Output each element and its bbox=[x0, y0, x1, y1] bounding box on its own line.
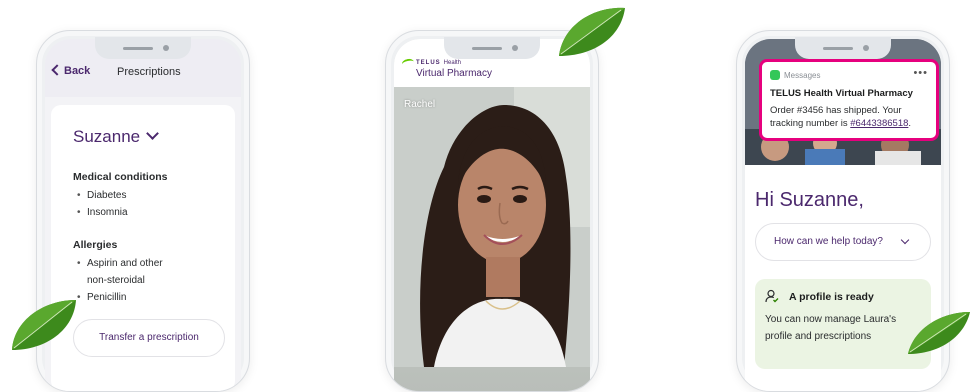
more-options-icon[interactable]: ••• bbox=[913, 67, 928, 79]
chevron-left-icon bbox=[51, 64, 63, 76]
chevron-down-icon bbox=[900, 235, 910, 245]
list-item-continuation: non-steroidal bbox=[87, 275, 145, 286]
notification-title: TELUS Health Virtual Pharmacy bbox=[770, 88, 913, 99]
list-item: • Penicillin bbox=[77, 292, 127, 303]
tracking-number-link[interactable]: #6443386518 bbox=[850, 118, 908, 129]
help-dropdown-label: How can we help today? bbox=[774, 236, 883, 247]
profile-ready-title: A profile is ready bbox=[789, 291, 874, 303]
transfer-prescription-button[interactable]: Transfer a prescription bbox=[73, 319, 225, 357]
pharmacist-video: Rachel bbox=[394, 87, 590, 391]
list-item: • Aspirin and other bbox=[77, 258, 163, 269]
caller-name: Rachel bbox=[404, 99, 436, 110]
pharmacist-portrait-image bbox=[394, 87, 590, 367]
patient-selector[interactable]: Suzanne bbox=[73, 127, 159, 147]
allergies-heading: Allergies bbox=[73, 239, 118, 251]
message-notification[interactable]: Messages ••• TELUS Health Virtual Pharma… bbox=[759, 59, 939, 141]
notification-body: Order #3456 has shipped. Your tracking n… bbox=[770, 105, 912, 129]
user-check-icon bbox=[765, 289, 779, 303]
phone-notch bbox=[95, 37, 191, 59]
phone-notch bbox=[795, 37, 891, 59]
leaf-decoration-top bbox=[559, 7, 625, 56]
brand-top: TELUS Health bbox=[416, 60, 462, 66]
phone-notch bbox=[444, 37, 540, 59]
chevron-down-icon bbox=[146, 127, 159, 140]
page-title: Prescriptions bbox=[117, 66, 181, 78]
list-item: • Diabetes bbox=[77, 190, 127, 201]
phone-video-call: TELUS Health Virtual Pharmacy Rachel bbox=[385, 30, 599, 392]
patient-name: Suzanne bbox=[73, 127, 141, 146]
back-label: Back bbox=[64, 65, 91, 77]
medical-conditions-heading: Medical conditions bbox=[73, 171, 168, 183]
leaf-decoration-left bbox=[12, 300, 76, 350]
help-dropdown[interactable]: How can we help today? bbox=[755, 223, 931, 261]
video-call-screen: TELUS Health Virtual Pharmacy Rachel bbox=[394, 39, 590, 391]
notification-app: Messages bbox=[770, 70, 820, 80]
leaf-decoration-right bbox=[908, 312, 970, 354]
profile-ready-body: You can now manage Laura's profile and p… bbox=[765, 314, 897, 342]
messages-app-icon bbox=[770, 70, 780, 80]
list-item: • Insomnia bbox=[77, 207, 128, 218]
telus-logo-icon bbox=[401, 57, 415, 69]
brand-name: Virtual Pharmacy bbox=[416, 68, 492, 79]
greeting: Hi Suzanne, bbox=[755, 189, 864, 211]
back-button[interactable]: Back bbox=[51, 64, 91, 77]
